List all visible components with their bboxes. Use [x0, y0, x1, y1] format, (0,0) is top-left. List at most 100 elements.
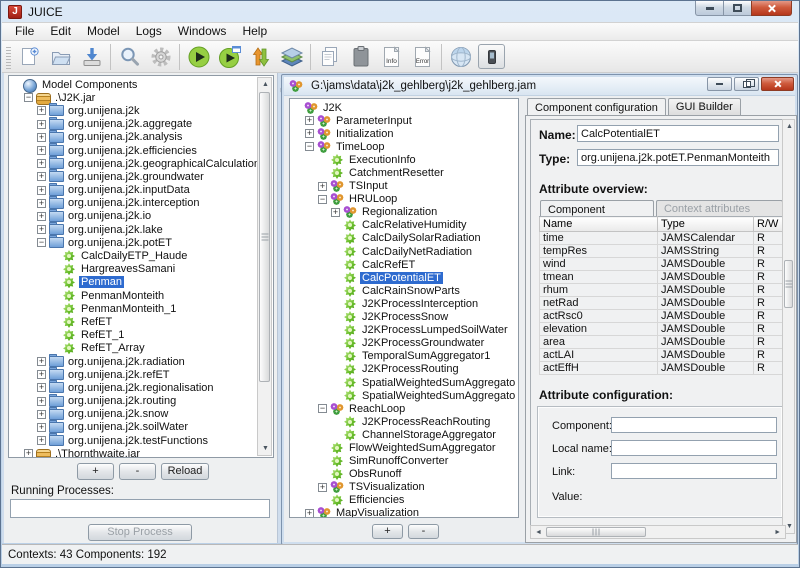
menu-help[interactable]: Help — [234, 23, 275, 40]
tree-item[interactable]: +org.unijena.j2k.aggregate — [11, 118, 257, 131]
left-tree-scroll-thumb[interactable] — [259, 92, 270, 382]
frame-close-button[interactable] — [761, 77, 794, 91]
tree-item[interactable]: J2KProcessInterception — [292, 297, 516, 310]
tree-item[interactable]: +org.unijena.j2k.inputData — [11, 184, 257, 197]
tree-item[interactable]: +org.unijena.j2k.groundwater — [11, 170, 257, 183]
tree-item[interactable]: Penman — [11, 276, 257, 289]
tree-item[interactable]: FlowWeightedSumAggregator — [292, 441, 516, 454]
tree-item[interactable]: +org.unijena.j2k.io — [11, 210, 257, 223]
search-button[interactable] — [114, 43, 145, 71]
tree-item[interactable]: J2KProcessReachRouting — [292, 415, 516, 428]
run-model-button[interactable] — [183, 43, 214, 71]
table-row[interactable]: actEffHJAMSDoubleR — [540, 362, 786, 375]
tree-item[interactable]: −TimeLoop — [292, 140, 516, 153]
tree-item[interactable]: +ParameterInput — [292, 114, 516, 127]
table-row[interactable]: windJAMSDoubleR — [540, 258, 786, 271]
tree-item[interactable]: PenmanMonteith_1 — [11, 302, 257, 315]
menu-edit[interactable]: Edit — [42, 23, 79, 40]
error-log-button[interactable]: Error — [407, 43, 438, 71]
expand-icon[interactable]: + — [37, 120, 46, 129]
clipboard-button[interactable] — [345, 43, 376, 71]
config-vscroll-thumb[interactable] — [784, 260, 793, 308]
tree-item[interactable]: ObsRunoff — [292, 468, 516, 481]
open-model-button[interactable] — [45, 43, 76, 71]
tree-item[interactable]: +org.unijena.j2k.efficiencies — [11, 144, 257, 157]
table-row[interactable]: timeJAMSCalendarR — [540, 232, 786, 245]
tree-item[interactable]: +org.unijena.j2k.analysis — [11, 131, 257, 144]
tree-item[interactable]: +org.unijena.j2k.interception — [11, 197, 257, 210]
window-titlebar[interactable]: J JUICE — [1, 1, 799, 22]
expand-icon[interactable]: + — [37, 199, 46, 208]
add-jar-button[interactable]: + — [77, 463, 114, 480]
update-arrows-button[interactable] — [245, 43, 276, 71]
table-row[interactable]: tempResJAMSStringR — [540, 245, 786, 258]
tree-item[interactable]: +org.unijena.j2k.soilWater — [11, 421, 257, 434]
frame-minimize-button[interactable] — [707, 77, 732, 91]
settings-gear-button[interactable] — [145, 43, 176, 71]
tab-gui-builder[interactable]: GUI Builder — [668, 98, 741, 115]
expand-icon[interactable]: + — [305, 129, 314, 138]
table-row[interactable]: areaJAMSDoubleR — [540, 336, 786, 349]
expand-icon[interactable]: + — [318, 483, 327, 492]
tree-item[interactable]: +org.unijena.j2k.snow — [11, 408, 257, 421]
collapse-icon[interactable]: − — [37, 238, 46, 247]
tree-item[interactable]: J2K — [292, 101, 516, 114]
expand-icon[interactable]: + — [24, 449, 33, 457]
config-hscroll-thumb[interactable] — [546, 527, 646, 537]
config-scroll-left-icon[interactable]: ◄ — [535, 529, 542, 536]
collapse-icon[interactable]: − — [318, 404, 327, 413]
expand-icon[interactable]: + — [37, 106, 46, 115]
collapse-icon[interactable]: − — [318, 195, 327, 204]
web-globe-button[interactable] — [445, 43, 476, 71]
tree-item[interactable]: RefET_1 — [11, 329, 257, 342]
model-remove-button[interactable]: - — [408, 524, 439, 539]
minimize-button[interactable] — [695, 1, 724, 16]
tree-item[interactable]: Model Components — [11, 78, 257, 91]
tree-item[interactable]: CatchmentResetter — [292, 166, 516, 179]
tree-item[interactable]: SimRunoffConverter — [292, 455, 516, 468]
collapse-icon[interactable]: − — [24, 93, 33, 102]
tree-item[interactable]: Efficiencies — [292, 494, 516, 507]
tree-item[interactable]: TemporalSumAggregator1 — [292, 350, 516, 363]
new-model-button[interactable] — [14, 43, 45, 71]
map-layers-button[interactable] — [276, 43, 307, 71]
config-vertical-scrollbar[interactable]: ▲ ▼ — [782, 119, 795, 534]
tree-item[interactable]: +org.unijena.j2k.testFunctions — [11, 434, 257, 447]
expand-icon[interactable]: + — [37, 212, 46, 221]
config-scroll-right-icon[interactable]: ► — [774, 529, 781, 536]
table-row[interactable]: netRadJAMSDoubleR — [540, 297, 786, 310]
remove-jar-button[interactable]: - — [119, 463, 156, 480]
tree-item[interactable]: +org.unijena.j2k.lake — [11, 223, 257, 236]
table-row[interactable]: actRsc0JAMSDoubleR — [540, 310, 786, 323]
tree-item[interactable]: CalcDailyETP_Haude — [11, 249, 257, 262]
component-field[interactable] — [611, 417, 777, 433]
tree-item[interactable]: ExecutionInfo — [292, 153, 516, 166]
menu-windows[interactable]: Windows — [170, 23, 235, 40]
config-scroll-up-icon[interactable]: ▲ — [786, 123, 793, 130]
tree-item[interactable]: +org.unijena.j2k.geographicalCalculation… — [11, 157, 257, 170]
menu-file[interactable]: File — [7, 23, 42, 40]
table-row[interactable]: rhumJAMSDoubleR — [540, 284, 786, 297]
maximize-button[interactable] — [724, 1, 751, 16]
tree-item[interactable]: SpatialWeightedSumAggregator2 — [292, 389, 516, 402]
tree-item[interactable]: +org.unijena.j2k.regionalisation — [11, 381, 257, 394]
run-model-gui-button[interactable] — [214, 43, 245, 71]
toolbar-drag-handle[interactable] — [6, 45, 11, 69]
tree-item[interactable]: −.\J2K.jar — [11, 91, 257, 104]
tree-item[interactable]: J2KProcessGroundwater — [292, 337, 516, 350]
tree-item[interactable]: +TSInput — [292, 180, 516, 193]
attribute-table[interactable]: NameTypeR/W timeJAMSCalendarRtempResJAMS… — [539, 216, 786, 375]
collapse-icon[interactable]: − — [305, 142, 314, 151]
tree-item[interactable]: CalcDailySolarRadiation — [292, 232, 516, 245]
tree-item[interactable]: +MapVisualization — [292, 507, 516, 517]
close-button[interactable] — [751, 1, 792, 16]
expand-icon[interactable]: + — [37, 436, 46, 445]
tree-item[interactable]: J2KProcessLumpedSoilWater — [292, 324, 516, 337]
expand-icon[interactable]: + — [37, 146, 46, 155]
expand-icon[interactable]: + — [305, 116, 314, 125]
expand-icon[interactable]: + — [37, 383, 46, 392]
expand-icon[interactable]: + — [318, 182, 327, 191]
tree-item[interactable]: PenmanMonteith — [11, 289, 257, 302]
expand-icon[interactable]: + — [37, 423, 46, 432]
expand-icon[interactable]: + — [37, 357, 46, 366]
